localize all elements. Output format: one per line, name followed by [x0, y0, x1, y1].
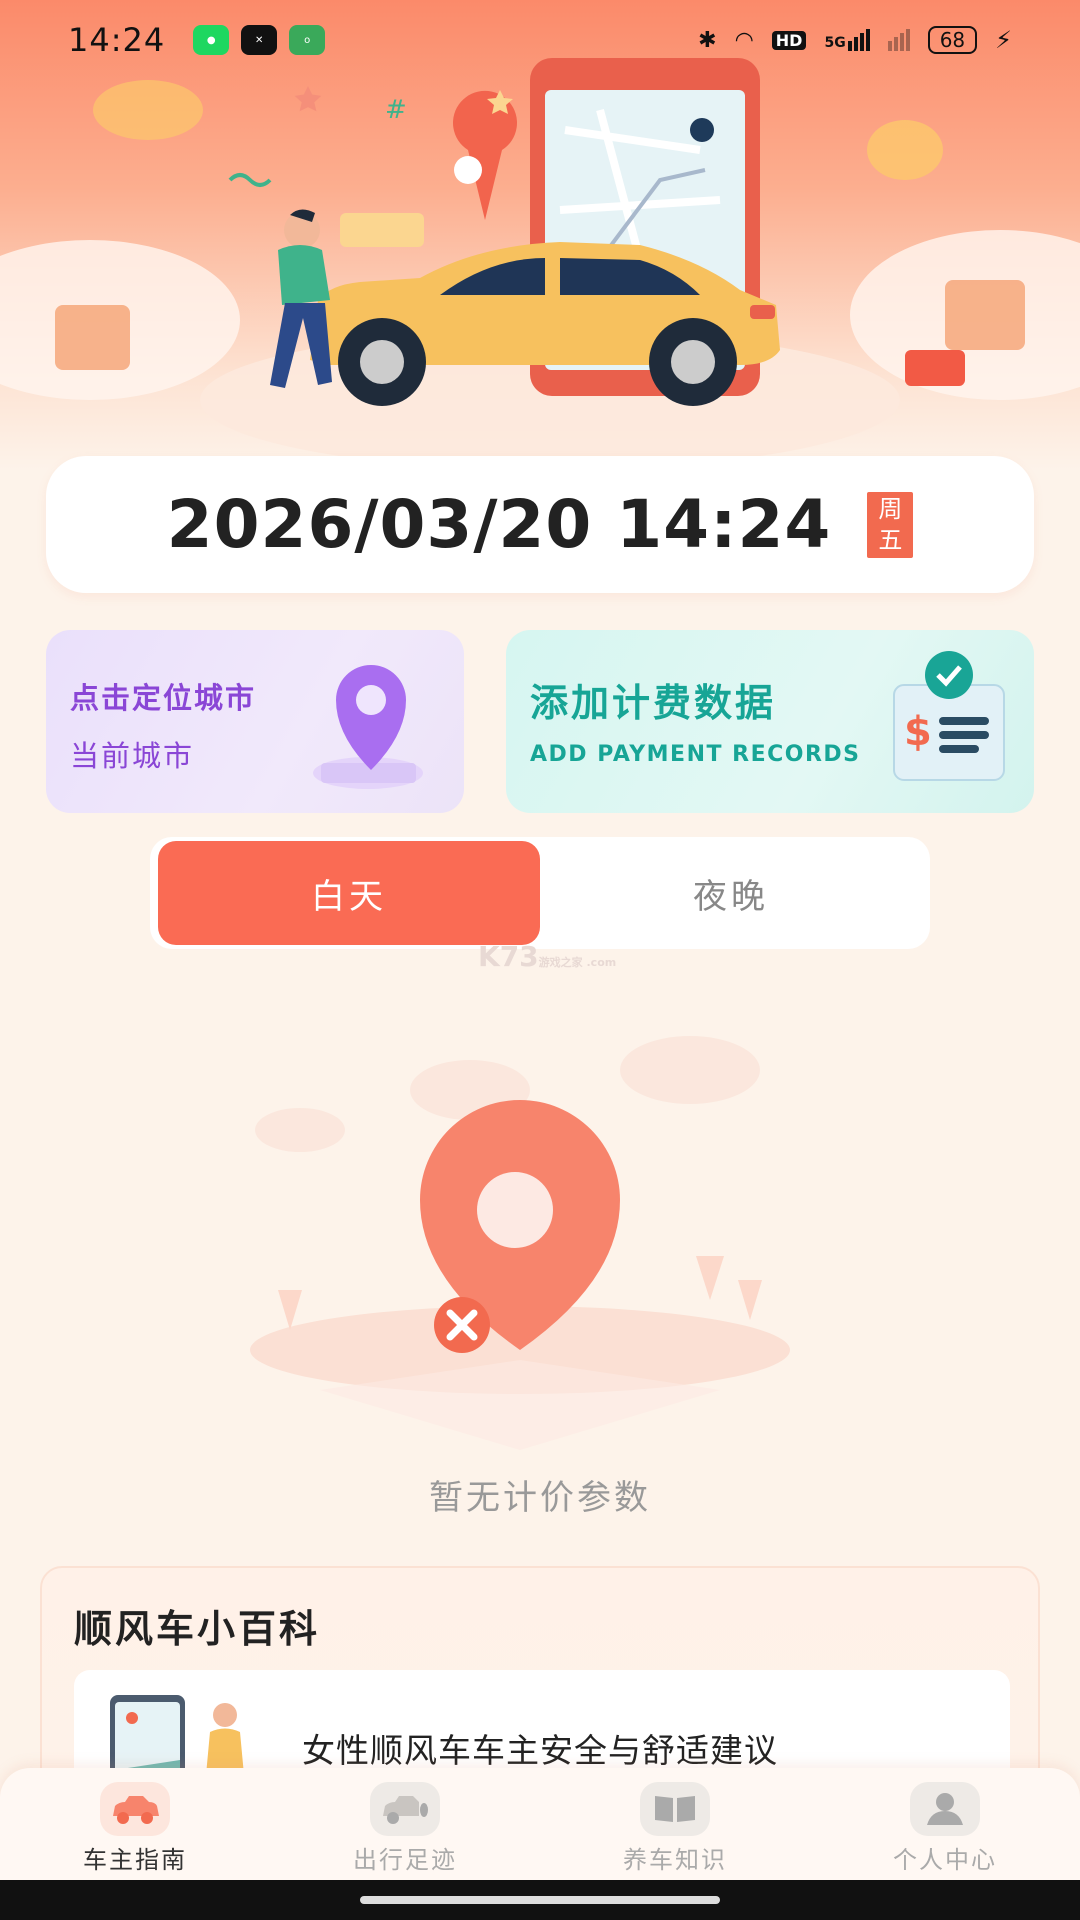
datetime-card: 2026/03/20 14:24 周 五	[46, 456, 1034, 593]
tab-day[interactable]: 白天	[158, 841, 540, 945]
add-payment-card[interactable]: 添加计费数据 ADD PAYMENT RECORDS $	[506, 630, 1034, 813]
footprint-car-icon	[370, 1782, 440, 1836]
signal-icon	[887, 29, 910, 51]
status-right: ✱ ◠ HD 5G 68 ⚡	[698, 26, 1012, 54]
bottom-tabbar: 车主指南 出行足迹 养车知识 个人中心	[0, 1768, 1080, 1880]
watermark: K73游戏之家 .com	[478, 940, 617, 973]
hd-icon: HD	[771, 30, 807, 50]
status-bar: 14:24 ● ✕ o ✱ ◠ HD 5G 68 ⚡	[0, 0, 1080, 80]
svg-text:#: #	[385, 95, 407, 125]
wechat-icon: ●	[193, 25, 230, 55]
locate-city-label: 点击定位城市	[70, 681, 257, 715]
signal-5g-icon: 5G	[824, 29, 870, 51]
car-icon	[100, 1782, 170, 1836]
wiki-article-title: 女性顺风车车主安全与舒适建议	[302, 1731, 778, 1770]
home-gesture-pill[interactable]	[360, 1896, 720, 1904]
battery-indicator: 68	[927, 26, 978, 54]
datetime-text: 2026/03/20 14:24	[166, 486, 832, 563]
tab-night[interactable]: 夜晚	[540, 841, 922, 945]
weekday-badge: 周 五	[867, 491, 914, 558]
locate-city-card[interactable]: 点击定位城市 当前城市	[46, 630, 464, 813]
status-app-icons: ● ✕ o	[193, 25, 326, 55]
user-icon	[910, 1782, 980, 1836]
wifi-icon: ◠	[734, 27, 754, 53]
tab-car-knowledge[interactable]: 养车知识	[540, 1768, 810, 1880]
add-payment-subtitle: ADD PAYMENT RECORDS	[530, 742, 861, 767]
wiki-title: 顺风车小百科	[74, 1607, 321, 1651]
status-time: 14:24	[68, 21, 166, 59]
oppo-icon: o	[289, 25, 326, 55]
current-city-label: 当前城市	[70, 739, 195, 773]
capcut-icon: ✕	[241, 25, 278, 55]
charging-icon: ⚡	[995, 26, 1012, 54]
svg-text:$: $	[904, 709, 932, 755]
empty-state-text: 暂无计价参数	[429, 1478, 651, 1518]
location-pin-icon	[313, 664, 423, 789]
tab-personal-center[interactable]: 个人中心	[810, 1768, 1080, 1880]
bill-check-icon: $	[893, 651, 1005, 781]
tab-owner-guide[interactable]: 车主指南	[0, 1768, 270, 1880]
system-nav-bar	[0, 1880, 1080, 1920]
bluetooth-icon: ✱	[698, 27, 717, 53]
tab-travel-footprint[interactable]: 出行足迹	[270, 1768, 540, 1880]
day-night-toggle: 白天 夜晚	[150, 837, 930, 949]
book-icon	[640, 1782, 710, 1836]
location-off-icon	[250, 1036, 790, 1450]
add-payment-title: 添加计费数据	[530, 681, 777, 725]
